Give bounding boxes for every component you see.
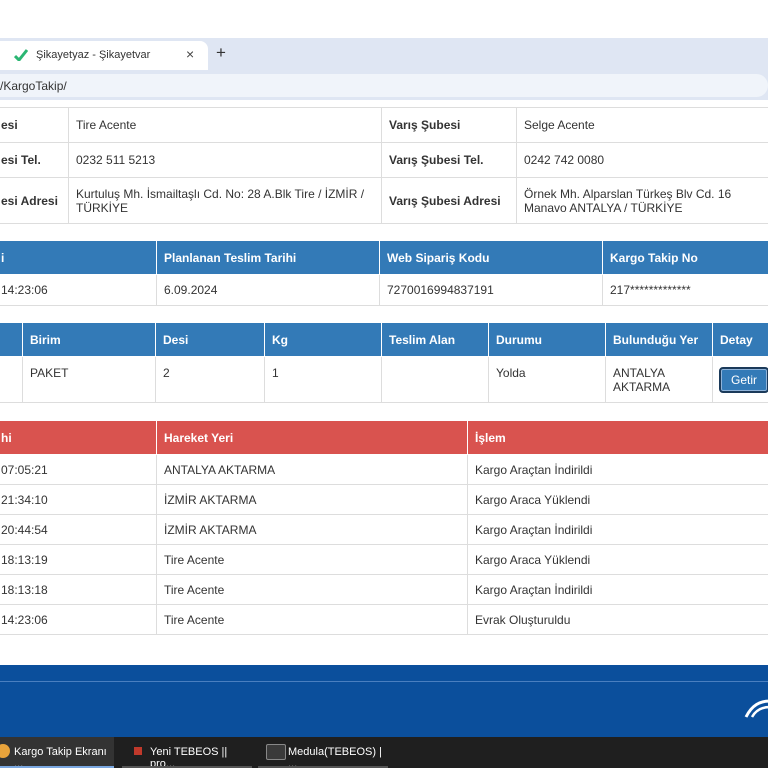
kg-cell: 1 (265, 357, 382, 403)
page-footer (0, 665, 768, 737)
address-bar-area: /KargoTakip/ (0, 70, 768, 100)
table-row: 07:05:21 ANTALYA AKTARMA Kargo Araçtan İ… (0, 455, 768, 485)
destination-address-value: Örnek Mh. Alparslan Türkeş Blv Cd. 16 Ma… (517, 178, 768, 224)
table-row: 14:23:06 6.09.2024 7270016994837191 217*… (0, 275, 768, 306)
movement-time: 21:34:10 (0, 485, 157, 515)
destination-branch-label: Varış Şubesi (382, 108, 517, 143)
close-tab-icon[interactable]: × (186, 46, 194, 62)
origin-address-label: esi Adresi (0, 178, 69, 224)
movement-time: 18:13:18 (0, 575, 157, 605)
origin-branch-value: Tire Acente (69, 108, 382, 143)
table-row: 21:34:10 İZMİR AKTARMA Kargo Araca Yükle… (0, 485, 768, 515)
desi-cell: 2 (156, 357, 265, 403)
movement-action: Kargo Araca Yüklendi (468, 485, 768, 515)
table-cell: 7270016994837191 (380, 275, 603, 306)
chrome-icon (0, 744, 10, 758)
shipment-summary-table: i Planlanan Teslim Tarihi Web Sipariş Ko… (0, 240, 768, 306)
table-row: 20:44:54 İZMİR AKTARMA Kargo Araçtan İnd… (0, 515, 768, 545)
windows-taskbar: Kargo Takip Ekranı ... Yeni TEBEOS || pr… (0, 737, 768, 768)
movement-location: Tire Acente (157, 605, 468, 635)
app-icon (134, 747, 142, 755)
movement-time: 20:44:54 (0, 515, 157, 545)
movement-location: İZMİR AKTARMA (157, 515, 468, 545)
receiver-cell (382, 357, 489, 403)
column-header: Birim (23, 323, 156, 357)
column-header: Durumu (489, 323, 606, 357)
taskbar-item-medula[interactable]: Medula(TEBEOS) | ... (258, 737, 388, 768)
column-header: Kargo Takip No (603, 241, 768, 275)
column-header: Detay (713, 323, 768, 357)
taskbar-item-kargo[interactable]: Kargo Takip Ekranı ... (0, 737, 114, 768)
table-row: esi Adresi Kurtuluş Mh. İsmailtaşlı Cd. … (0, 178, 768, 224)
taskbar-item-tebeos[interactable]: Yeni TEBEOS || pro... (122, 737, 252, 768)
column-header: İşlem (468, 421, 768, 455)
movement-location: Tire Acente (157, 575, 468, 605)
movement-time: 18:13:19 (0, 545, 157, 575)
browser-tab[interactable]: Şikayetyaz - Şikayetvar × (0, 41, 208, 70)
column-header: hi (0, 421, 157, 455)
movement-history-table: hi Hareket Yeri İşlem 07:05:21 ANTALYA A… (0, 420, 768, 635)
sikayetvar-favicon-icon (14, 49, 28, 61)
table-header-row: hi Hareket Yeri İşlem (0, 421, 768, 455)
status-cell: Yolda (489, 357, 606, 403)
getir-button[interactable]: Getir (719, 367, 768, 393)
destination-phone-value: 0242 742 0080 (517, 143, 768, 178)
table-cell: 6.09.2024 (157, 275, 380, 306)
movement-action: Evrak Oluşturuldu (468, 605, 768, 635)
address-text: /KargoTakip/ (0, 79, 67, 93)
table-header-row: Birim Desi Kg Teslim Alan Durumu Bulundu… (0, 323, 768, 357)
column-header: Web Sipariş Kodu (380, 241, 603, 275)
table-row: PAKET 2 1 Yolda ANTALYA AKTARMA Getir (0, 357, 768, 403)
unit-cell: PAKET (23, 357, 156, 403)
column-header: Kg (265, 323, 382, 357)
table-row: esi Tel. 0232 511 5213 Varış Şubesi Tel.… (0, 143, 768, 178)
movement-action: Kargo Araca Yüklendi (468, 545, 768, 575)
new-tab-icon[interactable]: + (216, 43, 226, 63)
tab-title: Şikayetyaz - Şikayetvar (36, 49, 150, 61)
destination-address-label: Varış Şubesi Adresi (382, 178, 517, 224)
table-row: 18:13:18 Tire Acente Kargo Araçtan İndir… (0, 575, 768, 605)
column-header: Hareket Yeri (157, 421, 468, 455)
column-header: Teslim Alan (382, 323, 489, 357)
tracking-number: 217************* (603, 275, 768, 306)
origin-address-value: Kurtuluş Mh. İsmailtaşlı Cd. No: 28 A.Bl… (69, 178, 382, 224)
column-header: Desi (156, 323, 265, 357)
table-header-row: i Planlanan Teslim Tarihi Web Sipariş Ko… (0, 241, 768, 275)
movement-location: İZMİR AKTARMA (157, 485, 468, 515)
column-header: Planlanan Teslim Tarihi (157, 241, 380, 275)
destination-branch-value: Selge Acente (517, 108, 768, 143)
table-row: 18:13:19 Tire Acente Kargo Araca Yüklend… (0, 545, 768, 575)
movement-time: 14:23:06 (0, 605, 157, 635)
movement-action: Kargo Araçtan İndirildi (468, 575, 768, 605)
movement-location: ANTALYA AKTARMA (157, 455, 468, 485)
origin-branch-label: esi (0, 108, 69, 143)
branch-info-table: esi Tire Acente Varış Şubesi Selge Acent… (0, 107, 768, 224)
column-header: i (0, 241, 157, 275)
column-header: Bulunduğu Yer (606, 323, 713, 357)
destination-phone-label: Varış Şubesi Tel. (382, 143, 517, 178)
table-cell: 14:23:06 (0, 275, 157, 306)
table-row: esi Tire Acente Varış Şubesi Selge Acent… (0, 108, 768, 143)
movement-action: Kargo Araçtan İndirildi (468, 455, 768, 485)
origin-phone-value: 0232 511 5213 (69, 143, 382, 178)
address-bar[interactable]: /KargoTakip/ (0, 74, 768, 97)
company-logo-icon (744, 697, 768, 719)
table-cell (0, 357, 23, 403)
sgk-icon (266, 744, 286, 760)
footer-divider (0, 681, 768, 682)
browser-tab-bar: Şikayetyaz - Şikayetvar × + (0, 38, 768, 70)
origin-phone-label: esi Tel. (0, 143, 69, 178)
table-row: 14:23:06 Tire Acente Evrak Oluşturuldu (0, 605, 768, 635)
location-cell: ANTALYA AKTARMA (606, 357, 713, 403)
column-header (0, 323, 23, 357)
movement-action: Kargo Araçtan İndirildi (468, 515, 768, 545)
movement-time: 07:05:21 (0, 455, 157, 485)
package-detail-table: Birim Desi Kg Teslim Alan Durumu Bulundu… (0, 322, 768, 403)
detail-cell: Getir (713, 357, 768, 403)
top-blank-area (0, 0, 768, 38)
movement-location: Tire Acente (157, 545, 468, 575)
